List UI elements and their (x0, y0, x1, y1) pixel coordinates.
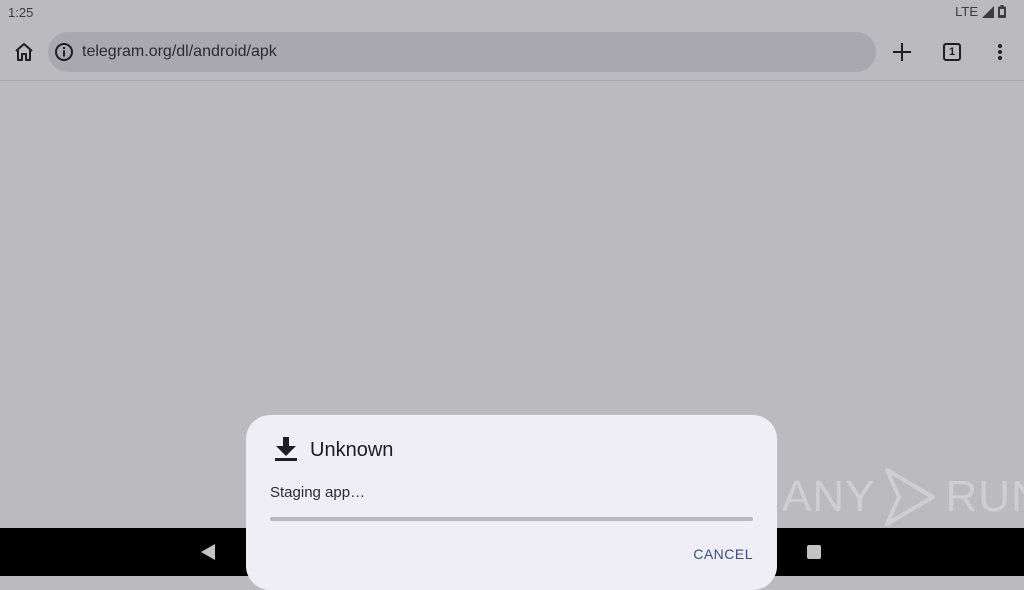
url-text[interactable]: telegram.org/dl/android/apk (82, 43, 277, 61)
more-vert-icon (998, 44, 1002, 60)
plus-icon (893, 43, 911, 61)
download-icon (275, 437, 297, 461)
anyrun-watermark: ANY RUN (782, 466, 1024, 528)
cancel-button[interactable]: CANCEL (693, 546, 753, 562)
status-time: 1:25 (8, 5, 34, 20)
tab-count: 1 (948, 46, 956, 58)
new-tab-button[interactable] (882, 32, 922, 72)
watermark-text-left: ANY (782, 472, 876, 521)
tab-switcher-icon: 1 (943, 43, 961, 61)
status-bar: 1:25 LTE (0, 0, 1024, 24)
home-icon (15, 43, 33, 61)
status-indicators: LTE (955, 4, 1006, 19)
dialog-title: Unknown (310, 439, 394, 461)
progress-bar (270, 517, 753, 521)
network-type: LTE (955, 4, 978, 19)
menu-button[interactable] (980, 32, 1020, 72)
address-bar[interactable]: telegram.org/dl/android/apk (48, 32, 876, 72)
watermark-text-right: RUN (945, 472, 1024, 521)
battery-icon (998, 5, 1006, 18)
back-icon[interactable] (200, 544, 216, 560)
recents-icon[interactable] (807, 545, 821, 559)
download-dialog: Unknown Staging app… CANCEL (246, 415, 777, 590)
tab-switcher-button[interactable]: 1 (932, 32, 972, 72)
home-button[interactable] (4, 32, 44, 72)
browser-toolbar: telegram.org/dl/android/apk 1 (0, 24, 1024, 81)
dialog-message: Staging app… (270, 484, 366, 501)
info-icon[interactable] (54, 42, 74, 62)
play-logo-icon (885, 468, 936, 526)
signal-icon (982, 5, 994, 18)
